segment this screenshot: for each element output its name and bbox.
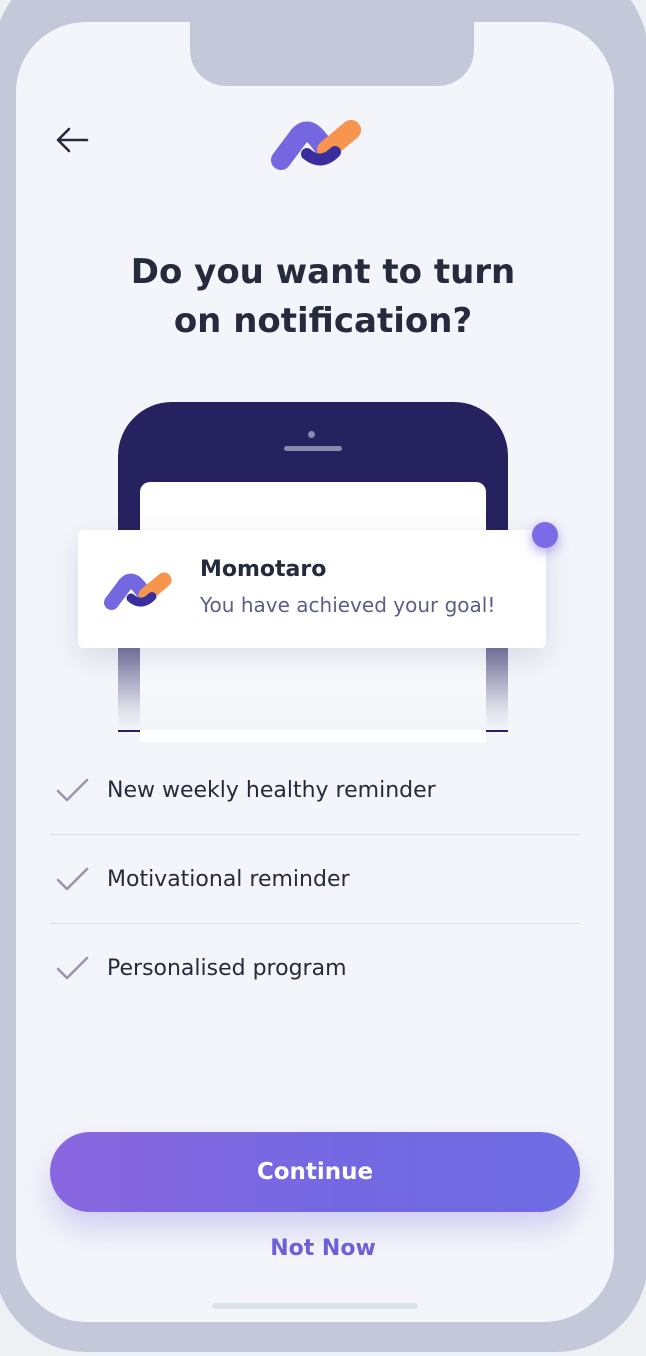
device-notch — [190, 22, 474, 86]
benefit-label: Motivational reminder — [107, 866, 350, 892]
illustration-camera — [308, 431, 315, 438]
illustration-speaker — [284, 446, 342, 451]
notification-dot — [532, 522, 558, 548]
notification-message: You have achieved your goal! — [200, 593, 496, 617]
benefit-label: New weekly healthy reminder — [107, 777, 436, 803]
notification-app-name: Momotaro — [200, 557, 327, 582]
benefit-label: Personalised program — [107, 955, 347, 981]
list-item: Motivational reminder — [50, 835, 580, 924]
title-line-2: on notification? — [173, 301, 473, 341]
notification-preview-card: Momotaro You have achieved your goal! — [78, 530, 546, 648]
title-line-1: Do you want to turn — [130, 252, 516, 292]
check-icon — [56, 956, 89, 980]
check-icon — [56, 867, 89, 891]
back-button[interactable] — [50, 118, 94, 162]
check-icon — [56, 778, 89, 802]
benefits-list: New weekly healthy reminder Motivational… — [50, 746, 580, 1012]
momotaro-logo-icon — [271, 120, 361, 170]
momotaro-logo-icon — [104, 572, 172, 610]
not-now-link[interactable]: Not Now — [0, 1236, 646, 1261]
page-title: Do you want to turn on notification? — [0, 248, 646, 346]
arrow-left-icon — [56, 127, 89, 153]
continue-button[interactable]: Continue — [50, 1132, 580, 1212]
home-indicator — [212, 1303, 418, 1309]
list-item: New weekly healthy reminder — [50, 746, 580, 835]
list-item: Personalised program — [50, 924, 580, 1012]
